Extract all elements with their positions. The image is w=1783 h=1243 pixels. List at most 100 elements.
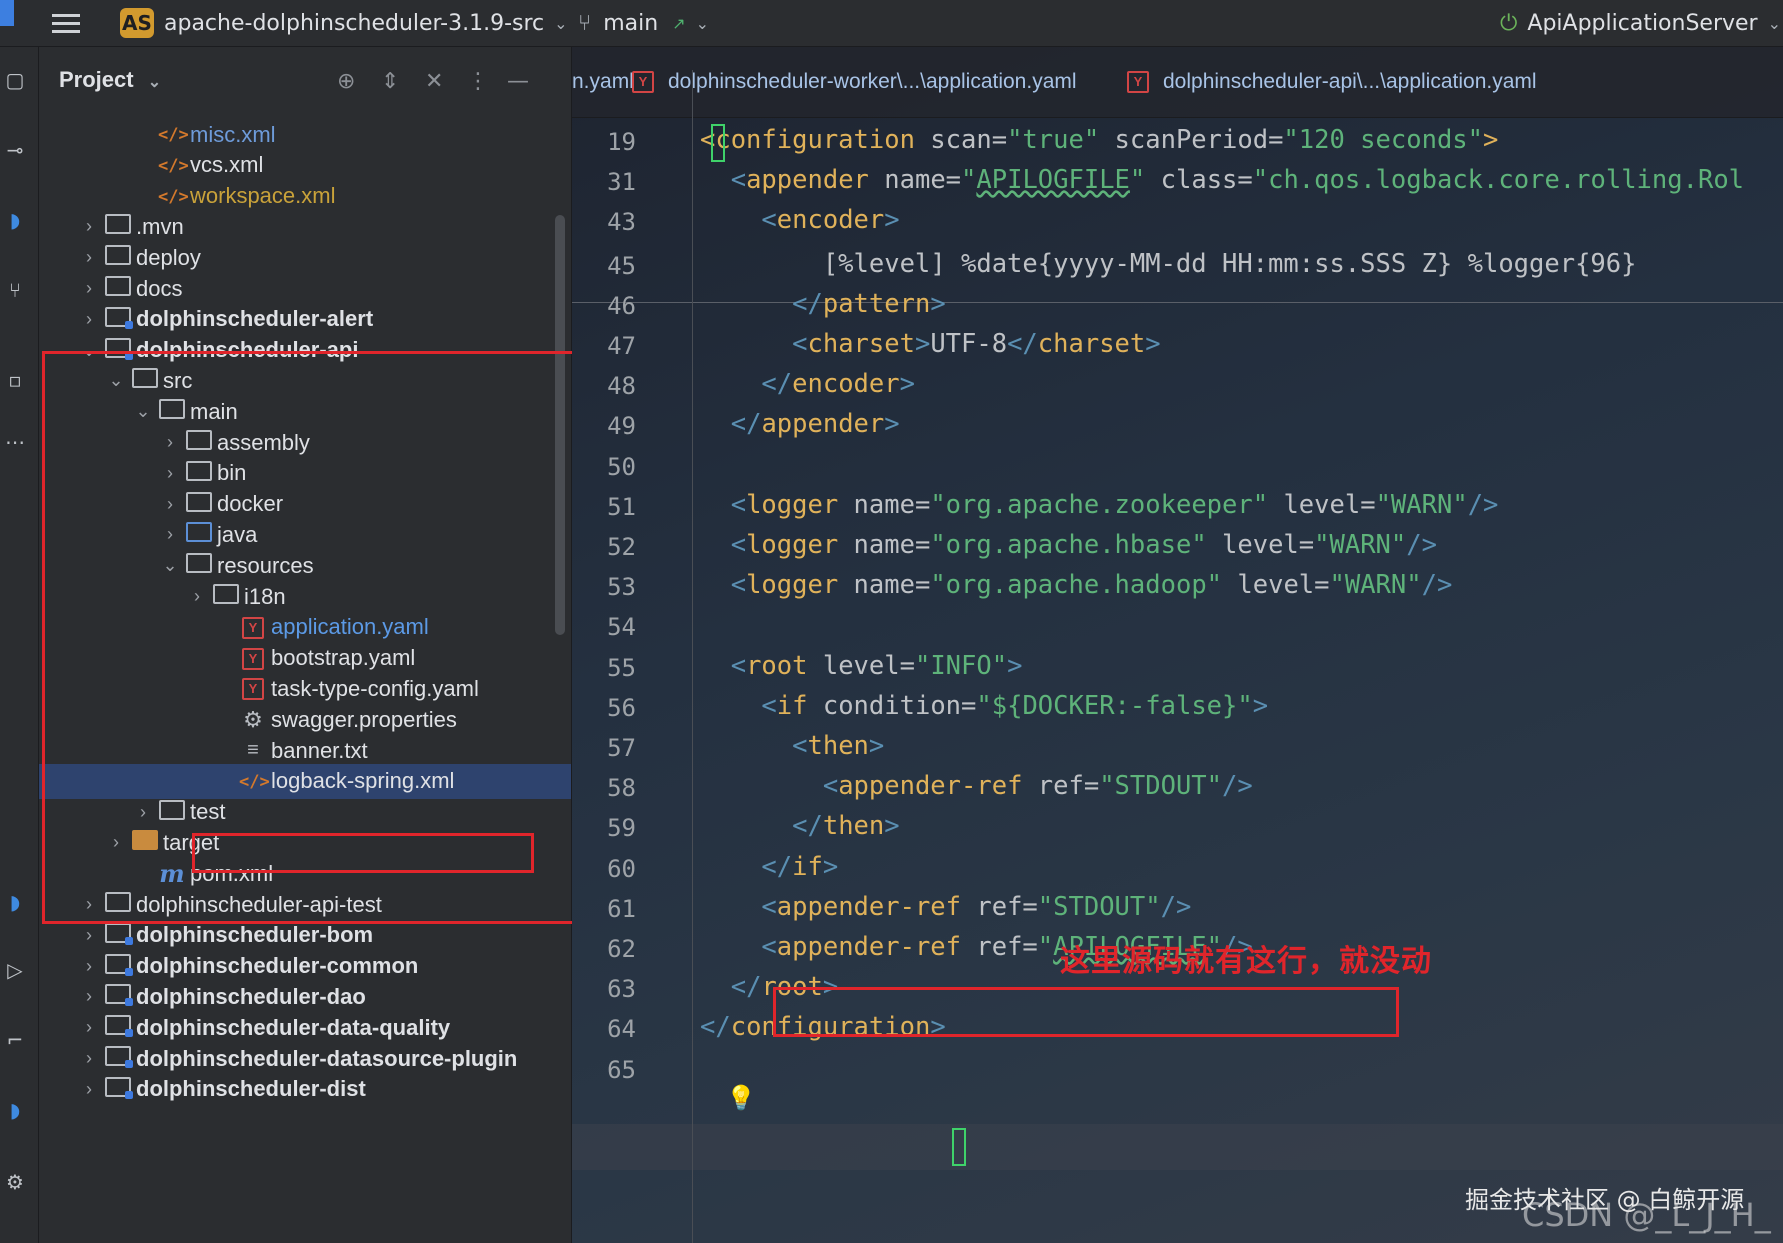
- code-line[interactable]: </pattern>: [700, 289, 946, 319]
- chevron-right-icon[interactable]: ›: [159, 494, 181, 515]
- tree-item[interactable]: › i18n: [39, 579, 571, 614]
- tree-item[interactable]: Yapplication.yaml: [39, 610, 571, 645]
- code-line[interactable]: </appender>: [700, 409, 900, 439]
- code-line[interactable]: <appender-ref ref="STDOUT"/>: [700, 771, 1253, 801]
- project-tool-icon[interactable]: ▢: [0, 65, 30, 95]
- code-line[interactable]: <then>: [700, 731, 884, 761]
- project-view-selector[interactable]: Project ⌄: [59, 67, 161, 93]
- chevron-down-icon[interactable]: ⌄: [78, 340, 100, 361]
- terminal-tool-icon[interactable]: ⌐: [0, 1025, 30, 1055]
- chevron-right-icon[interactable]: ›: [78, 986, 100, 1007]
- chevron-right-icon[interactable]: ›: [132, 802, 154, 823]
- chevron-right-icon[interactable]: ›: [78, 247, 100, 268]
- options-icon[interactable]: ⋮: [467, 69, 489, 94]
- tree-item[interactable]: ≡ banner.txt: [39, 733, 571, 768]
- code-line[interactable]: </if>: [700, 852, 838, 882]
- tree-item[interactable]: Ytask-type-config.yaml: [39, 671, 571, 706]
- code-line[interactable]: <encoder>: [700, 205, 899, 235]
- code-line[interactable]: <root level="INFO">: [700, 651, 1023, 681]
- tree-item[interactable]: › java: [39, 517, 571, 552]
- collapse-all-icon[interactable]: ✕: [425, 69, 443, 94]
- tree-item[interactable]: ⌄ resources: [39, 548, 571, 583]
- main-menu-button[interactable]: [52, 0, 80, 46]
- chevron-right-icon[interactable]: ›: [78, 1017, 100, 1038]
- services-tool-icon[interactable]: ◗: [0, 887, 30, 917]
- code-line[interactable]: <charset>UTF-8</charset>: [700, 329, 1161, 359]
- editor-tab[interactable]: Ydolphinscheduler-worker\...\application…: [632, 47, 1077, 117]
- tree-item[interactable]: › bin: [39, 456, 571, 491]
- tree-item[interactable]: › target: [39, 825, 571, 860]
- code-line[interactable]: <logger name="org.apache.zookeeper" leve…: [700, 490, 1499, 520]
- editor-tab[interactable]: n.yaml: [572, 47, 634, 117]
- tree-item[interactable]: › test: [39, 795, 571, 830]
- chevron-right-icon[interactable]: ›: [159, 524, 181, 545]
- more-tools-icon[interactable]: ⋯: [0, 427, 30, 457]
- code-line[interactable]: [%level] %date{yyyy-MM-dd HH:mm:ss.SSS Z…: [700, 249, 1637, 279]
- tree-item[interactable]: › dolphinscheduler-alert: [39, 302, 571, 337]
- code-editor[interactable]: n.yaml Ydolphinscheduler-worker\...\appli…: [572, 47, 1783, 1243]
- plugin-tool-icon[interactable]: ◗: [0, 205, 30, 235]
- tree-item[interactable]: › dolphinscheduler-common: [39, 949, 571, 984]
- tree-item[interactable]: › dolphinscheduler-bom: [39, 918, 571, 953]
- run-configuration-selector[interactable]: ⏻ ApiApplicationServer ⌄: [1500, 0, 1781, 46]
- chevron-right-icon[interactable]: ›: [78, 894, 100, 915]
- chevron-right-icon[interactable]: ›: [186, 586, 208, 607]
- chevron-down-icon[interactable]: ⌄: [132, 401, 154, 422]
- tree-item[interactable]: Ybootstrap.yaml: [39, 641, 571, 676]
- code-line[interactable]: </then>: [700, 811, 900, 841]
- chevron-right-icon[interactable]: ›: [78, 925, 100, 946]
- code-line[interactable]: <logger name="org.apache.hbase" level="W…: [700, 530, 1437, 560]
- locate-file-icon[interactable]: ⊕: [337, 69, 355, 94]
- tree-item[interactable]: ⌄ src: [39, 363, 571, 398]
- database-tool-icon[interactable]: ◗: [0, 1095, 30, 1125]
- chevron-right-icon[interactable]: ›: [105, 832, 127, 853]
- tree-item[interactable]: › dolphinscheduler-api-test: [39, 887, 571, 922]
- editor-tab[interactable]: Ydolphinscheduler-api\...\application.ya…: [1127, 47, 1537, 117]
- tree-item[interactable]: › dolphinscheduler-dist: [39, 1072, 571, 1107]
- chevron-right-icon[interactable]: ›: [78, 278, 100, 299]
- intention-bulb-icon[interactable]: 💡: [726, 1084, 756, 1112]
- chevron-right-icon[interactable]: ›: [78, 1048, 100, 1069]
- chevron-right-icon[interactable]: ›: [78, 1079, 100, 1100]
- chevron-right-icon[interactable]: ›: [159, 432, 181, 453]
- tree-item[interactable]: › docs: [39, 271, 571, 306]
- tree-item[interactable]: › assembly: [39, 425, 571, 460]
- expand-all-icon[interactable]: ⇕: [381, 69, 399, 94]
- code-line[interactable]: <logger name="org.apache.hadoop" level="…: [700, 570, 1453, 600]
- tree-item[interactable]: ⌄ dolphinscheduler-api: [39, 333, 571, 368]
- code-line[interactable]: <appender name="APILOGFILE" class="ch.qo…: [700, 165, 1744, 195]
- code-line[interactable]: </encoder>: [700, 369, 915, 399]
- tree-item[interactable]: › deploy: [39, 240, 571, 275]
- chevron-right-icon[interactable]: ›: [78, 956, 100, 977]
- tree-item[interactable]: </> logback-spring.xml: [39, 763, 571, 799]
- tree-item[interactable]: › dolphinscheduler-data-quality: [39, 1010, 571, 1045]
- pull-requests-icon[interactable]: ⑂: [0, 275, 30, 305]
- hide-panel-icon[interactable]: —: [507, 69, 529, 94]
- code-line[interactable]: <configuration scan="true" scanPeriod="1…: [700, 125, 1498, 155]
- tree-item[interactable]: › dolphinscheduler-dao: [39, 979, 571, 1014]
- chevron-right-icon[interactable]: ›: [78, 309, 100, 330]
- tree-item[interactable]: › .mvn: [39, 209, 571, 244]
- tree-item[interactable]: › dolphinscheduler-datasource-plugin: [39, 1041, 571, 1076]
- code-line[interactable]: <appender-ref ref="STDOUT"/>: [700, 892, 1191, 922]
- commit-tool-icon[interactable]: ⊸: [0, 135, 30, 165]
- line-number: 45: [607, 251, 636, 280]
- tree-item[interactable]: ⌄ main: [39, 394, 571, 429]
- tree-item[interactable]: ⚙ swagger.properties: [39, 702, 571, 737]
- tree-item[interactable]: </> vcs.xml: [39, 148, 571, 183]
- project-badge[interactable]: AS: [120, 8, 154, 38]
- git-tool-icon[interactable]: ⚙: [0, 1167, 30, 1197]
- chevron-right-icon[interactable]: ›: [78, 216, 100, 237]
- project-switcher[interactable]: apache-dolphinscheduler-3.1.9-src ⌄: [164, 0, 568, 46]
- vcs-branch-widget[interactable]: ⑂ main ↗ ⌄: [578, 0, 709, 46]
- run-tool-icon[interactable]: ▷: [0, 955, 30, 985]
- chevron-right-icon[interactable]: ›: [159, 463, 181, 484]
- chevron-down-icon[interactable]: ⌄: [105, 370, 127, 391]
- tree-item[interactable]: m pom.xml: [39, 856, 571, 891]
- structure-tool-icon[interactable]: ▫: [0, 365, 30, 395]
- tree-item[interactable]: </> misc.xml: [39, 117, 571, 152]
- tree-item[interactable]: › docker: [39, 487, 571, 522]
- tree-item[interactable]: </> workspace.xml: [39, 179, 571, 214]
- code-line[interactable]: <if condition="${DOCKER:-false}">: [700, 691, 1268, 721]
- chevron-down-icon[interactable]: ⌄: [159, 555, 181, 576]
